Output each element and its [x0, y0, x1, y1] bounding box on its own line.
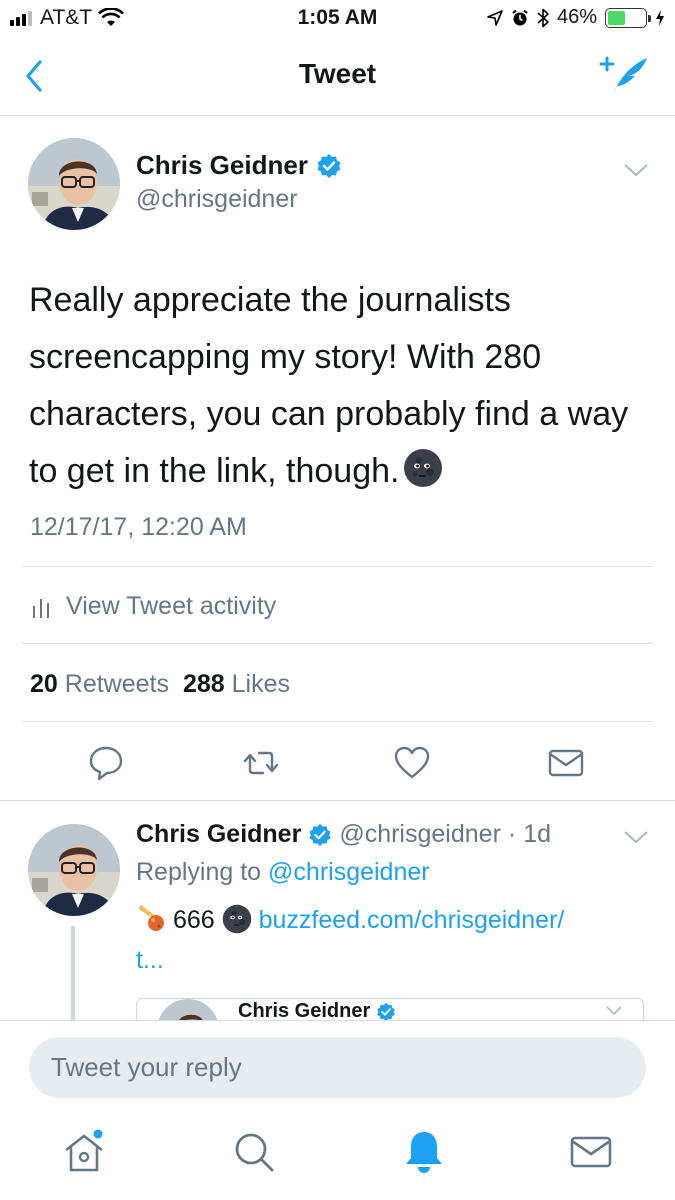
- battery-percent: 46%: [556, 6, 597, 28]
- direct-message-envelope-icon[interactable]: [546, 743, 586, 783]
- tweet-text: Really appreciate the journalists screen…: [29, 272, 649, 500]
- activity-label: View Tweet activity: [66, 592, 277, 620]
- reply-age: 1d: [523, 820, 552, 848]
- link-line-2: t...: [136, 946, 164, 974]
- tweet-stats: 20 Retweets 288 Likes: [30, 670, 290, 699]
- alarm-icon: [512, 9, 528, 25]
- retweet-label: Retweets: [64, 670, 169, 698]
- search-icon[interactable]: [230, 1128, 278, 1176]
- verified-badge-icon: [317, 153, 341, 178]
- verified-badge-icon: [309, 823, 331, 846]
- like-label: Likes: [231, 670, 291, 698]
- tweet-reply-input[interactable]: [29, 1037, 646, 1098]
- chevron-down-icon[interactable]: [605, 1005, 623, 1017]
- reply-header: Chris Geidner @chrisgeidner · 1d: [136, 820, 551, 849]
- reply-author-handle[interactable]: @chrisgeidner: [339, 820, 501, 849]
- location-arrow-icon: [487, 9, 503, 26]
- new-moon-face-emoji-icon: [222, 904, 251, 934]
- charging-bolt-icon: [656, 9, 664, 26]
- new-moon-face-emoji-icon: [404, 449, 443, 487]
- comet-emoji-icon: [138, 904, 164, 931]
- retweet-count: 20: [30, 670, 58, 698]
- replying-prefix: Replying to: [136, 858, 262, 886]
- reply-author-avatar[interactable]: [28, 824, 120, 916]
- view-tweet-activity-link[interactable]: View Tweet activity: [32, 592, 276, 621]
- reply-number: 666: [172, 906, 215, 934]
- author-name[interactable]: Chris Geidner: [136, 150, 342, 181]
- battery-icon: [605, 7, 651, 28]
- tweet-actions: [0, 743, 675, 783]
- bluetooth-icon: [537, 8, 549, 27]
- replying-to-handle-link[interactable]: @chrisgeidner: [268, 858, 430, 886]
- divider: [22, 566, 653, 567]
- nav-bar: Tweet: [0, 38, 675, 116]
- page-title: Tweet: [298, 58, 377, 89]
- like-stat[interactable]: 288 Likes: [183, 670, 290, 699]
- home-icon[interactable]: [60, 1128, 108, 1176]
- author-avatar[interactable]: [28, 138, 120, 230]
- chevron-down-icon[interactable]: [623, 162, 649, 178]
- notifications-bell-icon[interactable]: [400, 1128, 448, 1176]
- divider: [22, 721, 653, 722]
- retweet-stat[interactable]: 20 Retweets: [30, 670, 169, 699]
- status-right: 46%: [487, 6, 665, 29]
- author-handle[interactable]: @chrisgeidner: [136, 185, 298, 214]
- reply-author-name[interactable]: Chris Geidner: [136, 820, 301, 849]
- messages-envelope-icon[interactable]: [567, 1128, 615, 1176]
- tweet-timestamp: 12/17/17, 12:20 AM: [30, 513, 247, 541]
- bottom-tab-bar: [0, 1110, 675, 1200]
- author-name-text: Chris Geidner: [136, 150, 308, 180]
- like-count: 288: [182, 670, 225, 698]
- meta-separator: ·: [507, 820, 517, 848]
- section-divider: [0, 800, 675, 801]
- compose-tweet-icon[interactable]: [599, 54, 651, 98]
- retweet-icon[interactable]: [241, 743, 281, 783]
- battery-fill: [608, 10, 625, 25]
- replying-to-line: Replying to @chrisgeidner: [136, 858, 430, 887]
- tweet-body: Really appreciate the journalists screen…: [29, 281, 629, 490]
- like-heart-icon[interactable]: [392, 743, 432, 783]
- status-bar: AT&T 1:05 AM 46%: [0, 0, 675, 38]
- thread-connector-line: [71, 926, 75, 1026]
- divider: [22, 643, 653, 644]
- verified-badge-icon: [377, 1002, 396, 1021]
- reply-icon[interactable]: [86, 743, 126, 783]
- reply-composer-bar: [0, 1020, 675, 1110]
- reply-tweet-text: 666 buzzfeed.com/chrisgeidner/t...: [136, 900, 651, 980]
- link-line-1: buzzfeed.com/chrisgeidner/: [258, 906, 565, 934]
- activity-bar-chart-icon: [33, 598, 49, 618]
- chevron-down-icon[interactable]: [623, 829, 649, 845]
